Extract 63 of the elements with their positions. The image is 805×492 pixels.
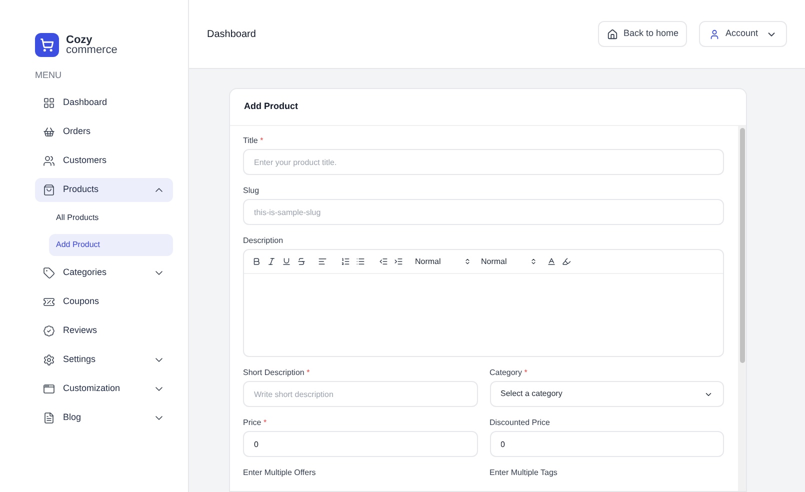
updown-icon (464, 258, 471, 265)
updown-icon (530, 258, 537, 265)
account-button[interactable]: Account (699, 21, 787, 47)
bullet-list-icon[interactable] (356, 257, 365, 266)
field-label: Enter Multiple Tags (490, 468, 558, 478)
align-left-icon[interactable] (318, 257, 327, 266)
nav-item[interactable]: Orders (35, 120, 173, 144)
field-label: Discounted Price (490, 418, 551, 428)
page-title: Dashboard (207, 28, 257, 42)
ordered-list-icon[interactable] (341, 257, 350, 266)
field-label: Enter Multiple Offers (243, 468, 317, 478)
bold-icon[interactable] (252, 257, 261, 266)
nav-subitem[interactable]: Add Product (49, 234, 173, 256)
outdent-icon[interactable] (379, 257, 388, 266)
field-label: Description (243, 236, 284, 246)
format-select[interactable]: Normal (415, 256, 471, 268)
highlight-icon[interactable] (562, 257, 571, 266)
settings-icon (43, 354, 55, 366)
nav-item[interactable]: Reviews (35, 318, 173, 342)
home-icon (607, 28, 618, 40)
field-label: Category * (490, 368, 528, 378)
users-icon (43, 154, 55, 166)
cart-logo-icon (35, 33, 59, 57)
nav-item[interactable]: Coupons (35, 290, 173, 314)
input-field[interactable]: this-is-sample-slug (243, 199, 724, 225)
input-field[interactable]: Write short description (243, 381, 478, 407)
card-title: Add Product (244, 100, 298, 114)
text-color-icon[interactable] (547, 257, 556, 266)
nav-item[interactable]: Customers (35, 148, 173, 172)
field-label: Price * (243, 418, 268, 428)
user-icon (709, 28, 720, 40)
nav-item[interactable]: Settings (35, 348, 173, 372)
underline-icon[interactable] (282, 257, 291, 266)
field-label: Title * (243, 136, 264, 146)
nav-item[interactable]: Categories (35, 260, 173, 284)
scrollbar[interactable] (738, 126, 746, 491)
strikethrough-icon[interactable] (297, 257, 306, 266)
italic-icon[interactable] (267, 257, 276, 266)
nav-item[interactable]: Products (35, 178, 173, 202)
input-field[interactable]: 0 (490, 431, 724, 457)
bag-icon (43, 184, 55, 196)
grid-icon (43, 96, 55, 108)
nav-item[interactable]: Customization (35, 376, 173, 400)
format-select[interactable]: Normal (481, 256, 537, 268)
tag-icon (43, 266, 55, 278)
field-label: Slug (243, 186, 260, 196)
nav-subitem[interactable]: All Products (49, 206, 173, 228)
document-icon (43, 412, 55, 424)
nav-item[interactable]: Blog (35, 406, 173, 430)
select-field[interactable]: Select a category (490, 381, 724, 407)
basket-icon (43, 126, 55, 138)
brand-name: commerce (66, 45, 118, 55)
window-icon (43, 382, 55, 394)
nav-item[interactable]: Dashboard (35, 90, 173, 114)
input-field[interactable]: Enter your product title. (243, 149, 724, 175)
badge-icon (43, 324, 55, 336)
input-field[interactable]: 0 (243, 431, 478, 457)
back-to-home-button[interactable]: Back to home (598, 21, 688, 47)
menu-heading: MENU (35, 69, 62, 82)
coupon-icon (43, 296, 55, 308)
indent-icon[interactable] (394, 257, 403, 266)
brand-name: Cozy (66, 35, 94, 45)
field-label: Short Description * (243, 368, 311, 378)
